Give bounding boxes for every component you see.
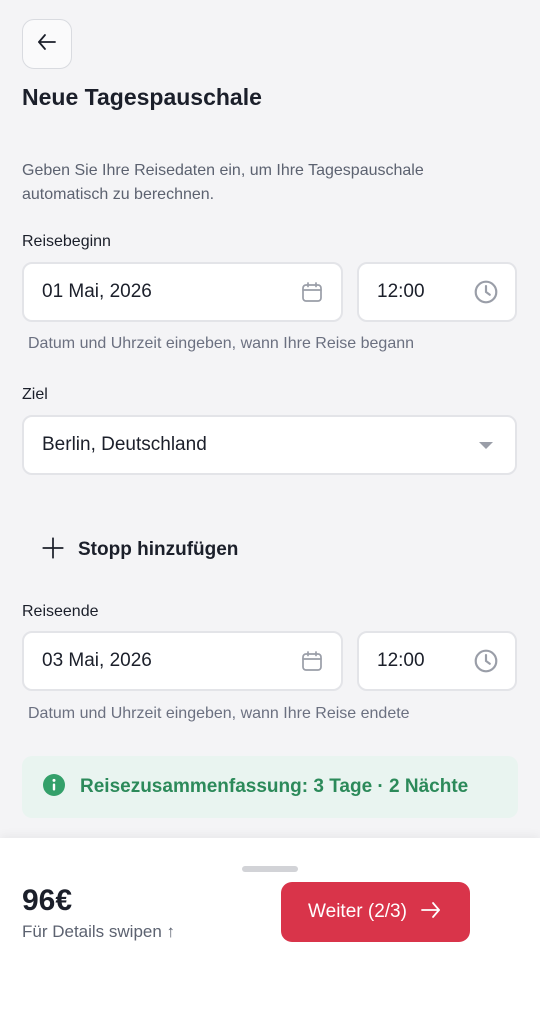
arrow-right-icon [419, 898, 443, 927]
trip-start-date-field[interactable]: 01 Mai, 2026 [22, 262, 343, 322]
sheet-drag-handle[interactable] [242, 866, 298, 872]
clock-icon [473, 279, 499, 305]
caret-down-icon [473, 432, 499, 458]
total-price: 96€ [22, 884, 73, 917]
bottom-sheet[interactable]: 96€ Für Details swipen ↑ Weiter (2/3) [0, 838, 540, 1024]
next-button-label: Weiter (2/3) [308, 901, 407, 922]
trip-end-label: Reiseende [22, 603, 99, 620]
calendar-icon [299, 279, 325, 305]
trip-end-time-field[interactable]: 12:00 [357, 631, 517, 691]
destination-value: Berlin, Deutschland [42, 434, 207, 455]
next-button[interactable]: Weiter (2/3) [281, 882, 470, 942]
trip-end-time-value: 12:00 [377, 650, 425, 671]
trip-start-helper: Datum und Uhrzeit eingeben, wann Ihre Re… [28, 335, 415, 352]
destination-label: Ziel [22, 386, 48, 403]
page-title: Neue Tagespauschale [22, 84, 262, 110]
calendar-icon [299, 648, 325, 674]
trip-summary-text: Reisezusammenfassung: 3 Tage · 2 Nächte [80, 776, 469, 797]
add-stop-label: Stopp hinzufügen [78, 539, 239, 560]
trip-summary-banner: Reisezusammenfassung: 3 Tage · 2 Nächte [22, 756, 518, 818]
destination-select[interactable]: Berlin, Deutschland [22, 415, 517, 475]
add-stop-button[interactable]: Stopp hinzufügen [40, 534, 238, 566]
arrow-left-icon [35, 30, 59, 59]
trip-start-time-field[interactable]: 12:00 [357, 262, 517, 322]
swipe-hint: Für Details swipen ↑ [22, 922, 176, 941]
trip-start-time-value: 12:00 [377, 281, 425, 302]
trip-end-date-field[interactable]: 03 Mai, 2026 [22, 631, 343, 691]
plus-icon [40, 535, 66, 566]
trip-end-helper: Datum und Uhrzeit eingeben, wann Ihre Re… [28, 705, 410, 722]
clock-icon [473, 648, 499, 674]
back-button[interactable] [22, 19, 72, 69]
trip-start-date-value: 01 Mai, 2026 [42, 281, 152, 302]
trip-start-label: Reisebeginn [22, 233, 111, 250]
trip-end-date-value: 03 Mai, 2026 [42, 650, 152, 671]
intro-text: Geben Sie Ihre Reisedaten ein, um Ihre T… [22, 162, 424, 203]
info-icon [42, 773, 66, 802]
